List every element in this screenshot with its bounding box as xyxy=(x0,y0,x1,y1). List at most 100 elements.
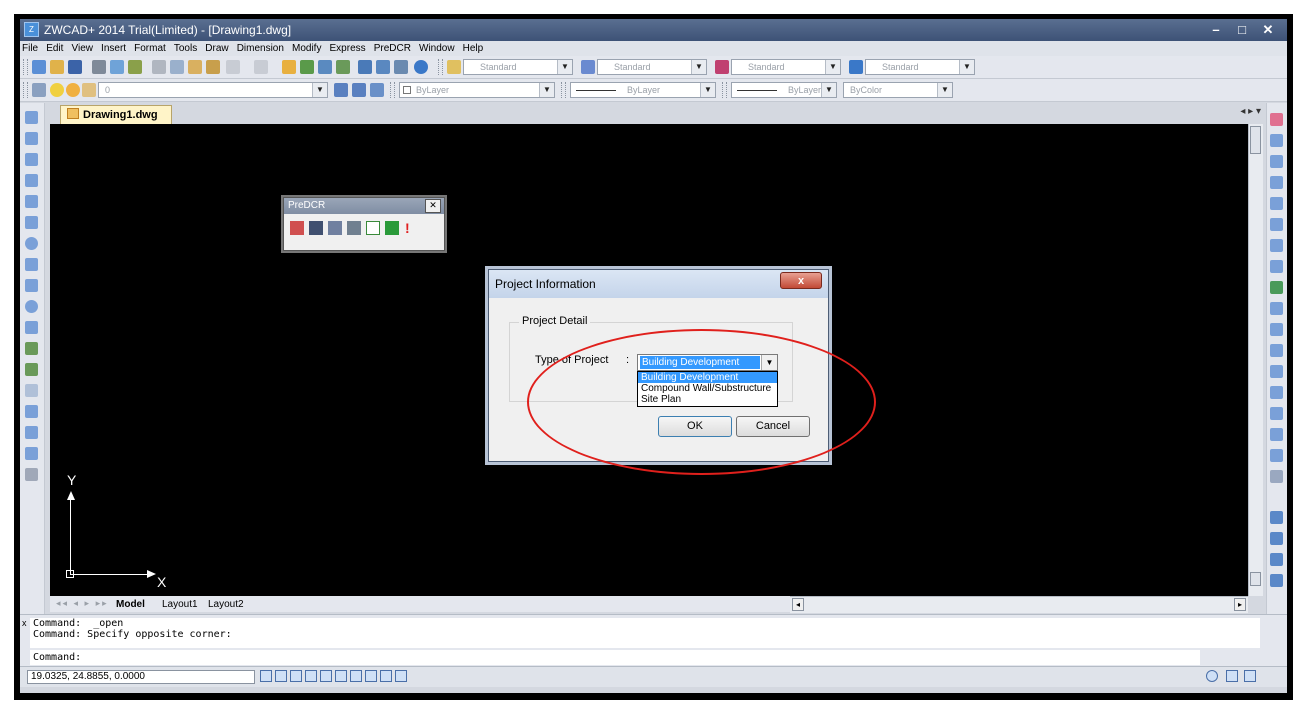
lineweight-toggle-icon[interactable] xyxy=(365,670,377,682)
tab-model[interactable]: Model xyxy=(116,598,145,611)
minimize-icon[interactable]: – xyxy=(1203,21,1229,38)
predcr-error-icon[interactable]: ! xyxy=(405,221,411,235)
scroll-left-icon[interactable]: ◂ xyxy=(792,598,804,611)
draworder-under-icon[interactable] xyxy=(1270,574,1283,587)
settings-gear-icon[interactable] xyxy=(1206,670,1218,682)
predcr-shape-icon[interactable] xyxy=(347,221,361,235)
fillet-icon[interactable] xyxy=(1270,428,1283,441)
spline-icon[interactable] xyxy=(25,279,38,292)
chevron-down-icon[interactable]: ▼ xyxy=(539,83,554,97)
toolbar-grip[interactable] xyxy=(561,82,566,98)
make-current-icon[interactable] xyxy=(334,83,348,97)
undo-icon[interactable] xyxy=(226,60,240,74)
dim-style-select[interactable]: Standard ▼ xyxy=(597,59,707,75)
lineweight-select[interactable]: ByLayer ▼ xyxy=(731,82,837,98)
layer-states-icon[interactable] xyxy=(370,83,384,97)
layer-previous-icon[interactable] xyxy=(352,83,366,97)
quick-properties-icon[interactable] xyxy=(395,670,407,682)
predcr-report-icon[interactable] xyxy=(290,221,304,235)
osnap-icon[interactable] xyxy=(320,670,332,682)
command-input[interactable]: Command: xyxy=(30,650,1200,665)
menu-file[interactable]: File xyxy=(22,41,38,56)
menu-express[interactable]: Express xyxy=(330,41,366,56)
draworder-above-icon[interactable] xyxy=(1270,553,1283,566)
menu-format[interactable]: Format xyxy=(134,41,166,56)
menu-dimension[interactable]: Dimension xyxy=(237,41,284,56)
menu-view[interactable]: View xyxy=(71,41,93,56)
copy-icon[interactable] xyxy=(170,60,184,74)
trim-icon[interactable] xyxy=(1270,302,1283,315)
new-icon[interactable] xyxy=(32,60,46,74)
scroll-split-handle[interactable] xyxy=(1250,572,1261,586)
ok-button[interactable]: OK xyxy=(658,416,732,437)
vertical-scrollbar[interactable] xyxy=(1248,124,1263,596)
menu-tools[interactable]: Tools xyxy=(174,41,197,56)
save-icon[interactable] xyxy=(68,60,82,74)
scroll-thumb[interactable] xyxy=(1250,126,1261,154)
polygon-icon[interactable] xyxy=(25,174,38,187)
predcr-toolbar-header[interactable]: PreDCR ✕ xyxy=(284,198,444,214)
fillet-icon[interactable] xyxy=(1270,407,1283,420)
menu-modify[interactable]: Modify xyxy=(292,41,321,56)
cut-icon[interactable] xyxy=(152,60,166,74)
table-icon[interactable] xyxy=(25,447,38,460)
chevron-down-icon[interactable]: ▼ xyxy=(312,83,327,97)
layout-tab-nav[interactable]: ◂◂ ◂ ▸ ▸▸ xyxy=(56,598,109,609)
predcr-verify-icon[interactable] xyxy=(385,221,399,235)
chevron-down-icon[interactable]: ▼ xyxy=(557,60,572,74)
copy-object-icon[interactable] xyxy=(1270,134,1283,147)
array-icon[interactable] xyxy=(1270,197,1283,210)
print-icon[interactable] xyxy=(92,60,106,74)
construction-line-icon[interactable] xyxy=(25,132,38,145)
predcr-check-icon[interactable] xyxy=(366,221,380,235)
pan-icon[interactable] xyxy=(282,60,296,74)
menu-draw[interactable]: Draw xyxy=(205,41,228,56)
chevron-down-icon[interactable]: ▼ xyxy=(691,60,706,74)
point-icon[interactable] xyxy=(25,384,38,397)
break-icon[interactable] xyxy=(1270,344,1283,357)
hatch-icon[interactable] xyxy=(25,405,38,418)
ducs-icon[interactable] xyxy=(350,670,362,682)
multiline-text-icon[interactable] xyxy=(25,468,38,481)
close-icon[interactable]: ✕ xyxy=(425,199,441,213)
help-icon[interactable] xyxy=(414,60,428,74)
app-icon[interactable]: Z xyxy=(24,22,39,37)
explode-icon[interactable] xyxy=(1270,449,1283,462)
revision-cloud-icon[interactable] xyxy=(25,258,38,271)
layer-lock-icon[interactable] xyxy=(82,83,96,97)
tab-navigation[interactable]: ◂ ▸ ▾ xyxy=(1240,106,1261,117)
close-icon[interactable]: x xyxy=(780,272,822,289)
snap-icon[interactable] xyxy=(260,670,272,682)
line-icon[interactable] xyxy=(25,111,38,124)
design-center-icon[interactable] xyxy=(376,60,390,74)
match-properties-icon[interactable] xyxy=(206,60,220,74)
menu-edit[interactable]: Edit xyxy=(46,41,63,56)
scroll-right-icon[interactable]: ▸ xyxy=(1234,598,1246,611)
toolbar-grip[interactable] xyxy=(23,82,28,98)
offset-icon[interactable] xyxy=(1270,176,1283,189)
option-building-development[interactable]: Building Development xyxy=(638,372,777,383)
predcr-layers-icon[interactable] xyxy=(309,221,323,235)
circle-icon[interactable] xyxy=(25,237,38,250)
stretch-icon[interactable] xyxy=(1270,281,1283,294)
publish-icon[interactable] xyxy=(128,60,142,74)
toolbar-grip[interactable] xyxy=(23,59,28,75)
layer-select[interactable]: 0 ▼ xyxy=(98,82,328,98)
properties-icon[interactable] xyxy=(358,60,372,74)
chamfer-icon[interactable] xyxy=(1270,386,1283,399)
print-preview-icon[interactable] xyxy=(110,60,124,74)
horizontal-scrollbar[interactable]: ◂ ▸ xyxy=(790,596,1248,613)
plotstyle-select[interactable]: ByColor ▼ xyxy=(843,82,953,98)
menu-window[interactable]: Window xyxy=(419,41,455,56)
menu-help[interactable]: Help xyxy=(463,41,484,56)
chevron-down-icon[interactable]: ▼ xyxy=(761,355,777,370)
rotate-icon[interactable] xyxy=(1270,239,1283,252)
chevron-down-icon[interactable]: ▼ xyxy=(700,83,715,97)
open-icon[interactable] xyxy=(50,60,64,74)
chevron-down-icon[interactable]: ▼ xyxy=(825,60,840,74)
type-of-project-select[interactable]: Building Development ▼ xyxy=(637,354,778,371)
table-style-select[interactable]: Standard ▼ xyxy=(731,59,841,75)
draworder-back-icon[interactable] xyxy=(1270,532,1283,545)
ellipse-icon[interactable] xyxy=(25,300,38,313)
grid-icon[interactable] xyxy=(275,670,287,682)
